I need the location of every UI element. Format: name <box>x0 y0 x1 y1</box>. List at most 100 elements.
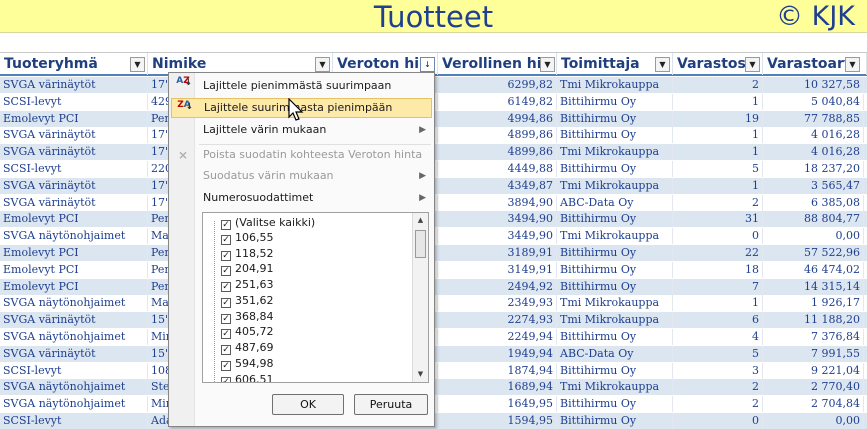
cell-stock[interactable]: 22 <box>673 245 763 261</box>
cell-group[interactable]: Emolevyt PCI <box>0 110 148 127</box>
cell-gross[interactable]: 1594,95 <box>438 413 557 429</box>
cell-group[interactable]: SVGA värinäytöt <box>0 144 148 161</box>
cell-gross[interactable]: 6299,82 <box>438 77 557 93</box>
cell-value[interactable]: 57 522,96 <box>763 245 864 261</box>
cell-group[interactable]: SVGA näytönohjaimet <box>0 379 148 396</box>
cell-supplier[interactable]: Tmi Mikrokauppa <box>557 228 673 245</box>
cell-group[interactable]: SVGA näytönohjaimet <box>0 295 148 312</box>
cell-stock[interactable]: 1 <box>673 127 763 144</box>
cell-stock[interactable]: 18 <box>673 261 763 278</box>
cell-supplier[interactable]: Tmi Mikrokauppa <box>557 177 673 194</box>
cell-value[interactable]: 4 016,28 <box>763 127 864 144</box>
cell-value[interactable]: 0,00 <box>763 228 864 245</box>
cell-stock[interactable]: 2 <box>673 396 763 413</box>
cell-value[interactable]: 14 315,14 <box>763 278 864 295</box>
filter-dropdown-toimittaja[interactable]: ▼ <box>655 57 670 72</box>
cell-stock[interactable]: 3 <box>673 362 763 379</box>
cell-gross[interactable]: 4994,86 <box>438 110 557 127</box>
cell-supplier[interactable]: Tmi Mikrokauppa <box>557 312 673 329</box>
cell-group[interactable]: SCSI-levyt <box>0 161 148 177</box>
cell-gross[interactable]: 1649,95 <box>438 396 557 413</box>
cell-group[interactable]: Emolevyt PCI <box>0 278 148 295</box>
cell-stock[interactable]: 31 <box>673 211 763 228</box>
filter-dropdown-verollinen[interactable]: ▼ <box>540 57 555 72</box>
checkbox-value[interactable]: ✓ 606,51 <box>221 372 274 382</box>
cell-group[interactable]: SVGA näytönohjaimet <box>0 228 148 245</box>
filter-dropdown-nimike[interactable]: ▼ <box>315 57 330 72</box>
cell-gross[interactable]: 3449,90 <box>438 228 557 245</box>
cell-gross[interactable]: 1949,94 <box>438 345 557 362</box>
cell-value[interactable]: 18 237,20 <box>763 161 864 177</box>
cell-stock[interactable]: 1 <box>673 177 763 194</box>
checkbox-value[interactable]: ✓ 118,52 <box>221 246 274 261</box>
cell-gross[interactable]: 4899,86 <box>438 144 557 161</box>
cell-stock[interactable]: 1 <box>673 144 763 161</box>
cell-supplier[interactable]: Bittihirmu Oy <box>557 362 673 379</box>
cell-group[interactable]: SCSI-levyt <box>0 93 148 110</box>
cell-supplier[interactable]: Tmi Mikrokauppa <box>557 295 673 312</box>
cell-supplier[interactable]: Bittihirmu Oy <box>557 413 673 429</box>
checkbox-value[interactable]: ✓ 405,72 <box>221 324 274 339</box>
cell-gross[interactable]: 4349,87 <box>438 177 557 194</box>
checkbox-value[interactable]: ✓ 251,63 <box>221 277 274 292</box>
cell-supplier[interactable]: Bittihirmu Oy <box>557 93 673 110</box>
cell-value[interactable]: 2 770,40 <box>763 379 864 396</box>
cell-stock[interactable]: 6 <box>673 312 763 329</box>
cell-group[interactable]: SVGA värinäytöt <box>0 127 148 144</box>
cell-value[interactable]: 3 565,47 <box>763 177 864 194</box>
cell-supplier[interactable]: Bittihirmu Oy <box>557 278 673 295</box>
cell-stock[interactable]: 5 <box>673 161 763 177</box>
cell-supplier[interactable]: Bittihirmu Oy <box>557 161 673 177</box>
cell-gross[interactable]: 6149,82 <box>438 93 557 110</box>
cell-gross[interactable]: 1689,94 <box>438 379 557 396</box>
checkbox-value[interactable]: ✓ 351,62 <box>221 293 274 308</box>
scroll-up-icon[interactable]: ▲ <box>414 214 427 227</box>
cell-gross[interactable]: 4899,86 <box>438 127 557 144</box>
cell-supplier[interactable]: ABC-Data Oy <box>557 194 673 211</box>
list-scrollbar[interactable]: ▲ ▼ <box>412 213 428 382</box>
scroll-thumb[interactable] <box>415 230 426 258</box>
filter-dropdown-tuoteryhma[interactable]: ▼ <box>130 57 145 72</box>
cell-value[interactable]: 77 788,85 <box>763 110 864 127</box>
cell-stock[interactable]: 4 <box>673 329 763 345</box>
cell-stock[interactable]: 19 <box>673 110 763 127</box>
filter-dropdown-veroton[interactable]: ↓ <box>420 57 435 72</box>
cell-supplier[interactable]: Tmi Mikrokauppa <box>557 77 673 93</box>
cell-group[interactable]: SCSI-levyt <box>0 362 148 379</box>
filter-dropdown-varastoarvo[interactable]: ▼ <box>845 57 860 72</box>
cell-supplier[interactable]: Bittihirmu Oy <box>557 261 673 278</box>
cell-gross[interactable]: 4449,88 <box>438 161 557 177</box>
cell-value[interactable]: 5 040,84 <box>763 93 864 110</box>
ok-button[interactable]: OK <box>272 394 344 415</box>
cell-value[interactable]: 10 327,58 <box>763 77 864 93</box>
cell-gross[interactable]: 2249,94 <box>438 329 557 345</box>
menu-item-sort-ascending[interactable]: AZ ↓ Lajittele pienimmästä suurimpaan <box>171 75 432 97</box>
cell-value[interactable]: 0,00 <box>763 413 864 429</box>
cell-gross[interactable]: 2274,93 <box>438 312 557 329</box>
cell-stock[interactable]: 1 <box>673 295 763 312</box>
checkbox-value[interactable]: ✓ 204,91 <box>221 261 274 276</box>
cell-gross[interactable]: 3149,91 <box>438 261 557 278</box>
cell-gross[interactable]: 2494,92 <box>438 278 557 295</box>
cell-value[interactable]: 11 188,20 <box>763 312 864 329</box>
cell-gross[interactable]: 1874,94 <box>438 362 557 379</box>
cell-value[interactable]: 2 704,84 <box>763 396 864 413</box>
cell-group[interactable]: Emolevyt PCI <box>0 245 148 261</box>
cell-supplier[interactable]: Bittihirmu Oy <box>557 396 673 413</box>
cell-value[interactable]: 6 385,08 <box>763 194 864 211</box>
cell-value[interactable]: 88 804,77 <box>763 211 864 228</box>
menu-item-number-filters[interactable]: Numerosuodattimet ▶ <box>171 187 432 209</box>
cell-value[interactable]: 1 926,17 <box>763 295 864 312</box>
cell-group[interactable]: Emolevyt PCI <box>0 211 148 228</box>
cell-supplier[interactable]: Bittihirmu Oy <box>557 127 673 144</box>
filter-value-list[interactable]: ✓ (Valitse kaikki) ✓ 106,55 ✓ 118,52 ✓ 204,9… <box>202 212 429 383</box>
filter-dropdown-varastossa[interactable]: ▼ <box>745 57 760 72</box>
checkbox-select-all[interactable]: ✓ (Valitse kaikki) <box>221 215 315 230</box>
cell-group[interactable]: SVGA värinäytöt <box>0 177 148 194</box>
cell-group[interactable]: SVGA värinäytöt <box>0 312 148 329</box>
cell-stock[interactable]: 0 <box>673 413 763 429</box>
cell-group[interactable]: SVGA näytönohjaimet <box>0 396 148 413</box>
cell-supplier[interactable]: Tmi Mikrokauppa <box>557 379 673 396</box>
cell-gross[interactable]: 3494,90 <box>438 211 557 228</box>
checkbox-value[interactable]: ✓ 594,98 <box>221 356 274 371</box>
